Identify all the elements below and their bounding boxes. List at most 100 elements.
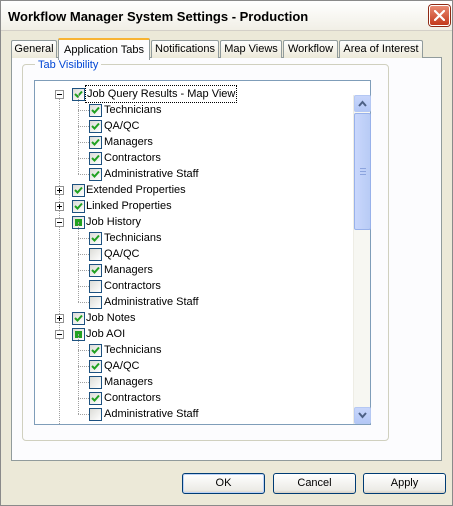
close-icon	[434, 10, 445, 21]
tree-child-item[interactable]: Administrative Staff	[35, 158, 355, 182]
grip-line	[360, 171, 366, 172]
tree-item-label: QA/QC	[104, 360, 140, 372]
tree-item-label: Job AOI	[86, 328, 126, 340]
visibility-checkbox[interactable]	[89, 344, 102, 357]
tree-child-item[interactable]: QA/QC	[35, 238, 355, 262]
tree-item-label: Job History	[86, 216, 142, 228]
check-icon	[74, 202, 83, 210]
tree-item-label: Administrative Staff	[104, 408, 199, 420]
visibility-checkbox[interactable]	[89, 392, 102, 405]
apply-button[interactable]: Apply	[363, 473, 446, 494]
tree-line	[78, 238, 79, 254]
check-icon	[91, 346, 100, 354]
tree-line	[78, 222, 79, 238]
tree-line	[78, 414, 89, 415]
visibility-checkbox[interactable]	[89, 280, 102, 293]
tree-child-item[interactable]: QA/QC	[35, 350, 355, 374]
tab-application-tabs[interactable]: Application Tabs	[58, 38, 150, 60]
visibility-checkbox[interactable]	[89, 136, 102, 149]
cancel-button[interactable]: Cancel	[273, 473, 356, 494]
tree-line	[78, 398, 89, 399]
visibility-checkbox[interactable]	[89, 248, 102, 261]
tree-item-label: Extended Properties	[86, 184, 186, 196]
tree-item-label: Job Notes	[86, 312, 136, 324]
tree-line	[78, 110, 79, 126]
tree-child-item[interactable]: Administrative Staff	[35, 398, 355, 422]
tab-map-views[interactable]: Map Views	[220, 40, 282, 58]
collapse-icon[interactable]	[55, 330, 64, 339]
tree-parent-item[interactable]: Linked Properties	[35, 198, 355, 214]
tab-workflow[interactable]: Workflow	[283, 40, 338, 58]
visibility-checkbox[interactable]	[89, 376, 102, 389]
visibility-checkbox[interactable]	[89, 168, 102, 181]
visibility-checkbox[interactable]	[89, 232, 102, 245]
tree-line	[78, 382, 89, 383]
tree-item-label: Managers	[104, 264, 153, 276]
check-icon	[91, 122, 100, 130]
expand-icon[interactable]	[55, 202, 64, 211]
check-icon	[74, 186, 83, 194]
tree-line	[78, 366, 79, 382]
tree-child-item[interactable]: Contractors	[35, 142, 355, 166]
tree-parent-item[interactable]: Job History	[35, 214, 355, 230]
scroll-down-button[interactable]	[354, 407, 371, 424]
expand-icon[interactable]	[55, 186, 64, 195]
tab-area-of-interest[interactable]: Area of Interest	[339, 40, 423, 58]
ok-button[interactable]: OK	[182, 473, 265, 494]
tree-parent-item[interactable]: Extended Properties	[35, 182, 355, 198]
tree-parent-item[interactable]: Job AOI	[35, 326, 355, 342]
visibility-checkbox[interactable]	[72, 200, 85, 213]
scroll-thumb[interactable]	[354, 113, 371, 230]
tree-line	[78, 254, 79, 270]
tab-notifications[interactable]: Notifications	[151, 40, 219, 58]
visibility-checkbox[interactable]	[72, 312, 85, 325]
arrow-down-icon	[358, 412, 367, 419]
arrow-up-icon	[358, 100, 367, 107]
check-icon	[91, 234, 100, 242]
tree-item-label: Contractors	[104, 280, 161, 292]
tab-general[interactable]: General	[11, 40, 57, 58]
tree-parent-item[interactable]: Job Query Results - Map View	[35, 85, 355, 103]
tree-line	[78, 366, 89, 367]
tree-child-item[interactable]: Contractors	[35, 382, 355, 406]
check-icon	[91, 170, 100, 178]
tree-child-item[interactable]: Contractors	[35, 270, 355, 294]
tree-child-item[interactable]: Administrative Staff	[35, 286, 355, 310]
scroll-up-button[interactable]	[354, 95, 371, 112]
tree-line	[78, 158, 79, 174]
tree-item-label: Job Query Results - Map View	[84, 85, 238, 103]
tab-visibility-tree[interactable]: Job Query Results - Map View Technicians Q…	[34, 80, 371, 425]
tree-line	[78, 286, 79, 302]
visibility-checkbox[interactable]	[89, 120, 102, 133]
tree-scrollbar[interactable]	[353, 95, 371, 424]
visibility-checkbox[interactable]	[89, 264, 102, 277]
close-button[interactable]	[429, 5, 450, 26]
collapse-icon[interactable]	[55, 218, 64, 227]
window-title: Workflow Manager System Settings - Produ…	[8, 9, 309, 24]
tree-child-item[interactable]: Technicians	[35, 334, 355, 358]
visibility-checkbox[interactable]	[72, 184, 85, 197]
tree-child-item[interactable]: Technicians	[35, 94, 355, 118]
title-bar: Workflow Manager System Settings - Produ…	[1, 1, 452, 31]
settings-dialog: Workflow Manager System Settings - Produ…	[0, 0, 453, 506]
tree-parent-item[interactable]: Job Notes	[35, 310, 355, 326]
visibility-checkbox[interactable]	[89, 360, 102, 373]
visibility-checkbox[interactable]	[89, 408, 102, 421]
tree-item-label: Managers	[104, 136, 153, 148]
grip-line	[360, 168, 366, 169]
tree-child-item[interactable]: Technicians	[35, 222, 355, 246]
tree-child-item[interactable]: Managers	[35, 254, 355, 278]
tree-child-item[interactable]: QA/QC	[35, 110, 355, 134]
visibility-checkbox[interactable]	[89, 104, 102, 117]
check-icon	[91, 394, 100, 402]
tree-child-item[interactable]: Managers	[35, 366, 355, 390]
tree-line	[78, 382, 79, 398]
tree-item-label: Technicians	[104, 232, 162, 244]
expand-icon[interactable]	[55, 314, 64, 323]
collapse-icon[interactable]	[55, 90, 64, 99]
visibility-checkbox[interactable]	[89, 152, 102, 165]
tree-item-label: Administrative Staff	[104, 168, 199, 180]
tree-child-item[interactable]: Managers	[35, 126, 355, 150]
visibility-checkbox[interactable]	[89, 296, 102, 309]
tree-line	[78, 142, 79, 158]
